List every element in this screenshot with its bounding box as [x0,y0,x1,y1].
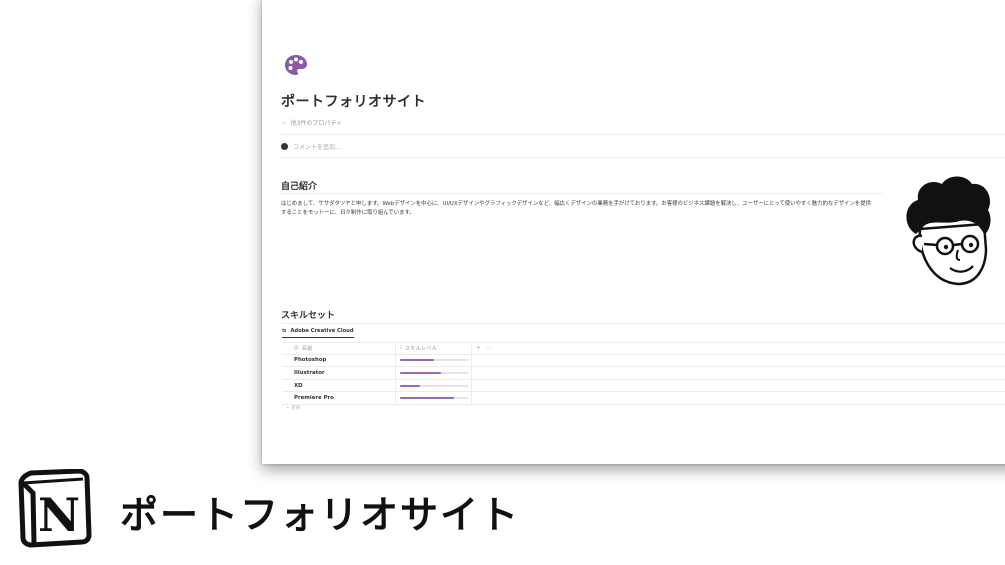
skill-level-fill [400,371,441,374]
skills-heading: スキルセット [281,311,336,321]
brand-title: ポートフォリオサイト [120,493,521,537]
tab-label: Adobe Creative Cloud [290,328,354,334]
table-row[interactable]: Illustrator [282,367,1005,380]
skill-name: XD [282,379,396,392]
skill-level-bar [400,397,468,400]
table-row[interactable]: Premiere Pro [282,392,1005,405]
skill-level-cell[interactable] [396,367,472,379]
properties-toggle[interactable]: ⌵ 他3件のプロパティ [282,118,343,128]
skill-level-fill [400,397,455,400]
column-level-label: スキルレベル [404,346,438,353]
column-name[interactable]: ◎ 名前 [282,343,396,354]
skills-table: ◎ 名前 ⁞ スキルレベル + ··· Photoshop Illustrator… [282,342,1005,413]
notion-logo-letter: N [38,488,80,542]
properties-toggle-label: 他3件のプロパティ [290,120,343,127]
intro-heading: 自己紹介 [281,182,318,192]
page-title: ポートフォリオサイト [281,94,426,110]
comment-placeholder: コメントを追加... [293,144,341,151]
table-header: ◎ 名前 ⁞ スキルレベル + ··· [282,342,1005,355]
stage: ポートフォリオサイト ⌵ 他3件のプロパティ コメントを追加... 自己紹介 は… [0,0,1005,565]
tab-adobe-creative-cloud[interactable]: ⇆ Adobe Creative Cloud [282,328,354,338]
avatar-illustration [906,176,991,286]
skill-level-bar [400,359,468,362]
skill-level-cell[interactable] [396,379,472,392]
divider [281,157,1005,158]
add-column-button[interactable]: + [476,345,481,351]
notion-logo: N [18,469,92,548]
avatar [281,143,288,150]
name-icon: ◎ [294,345,299,352]
notion-page-window: ポートフォリオサイト ⌵ 他3件のプロパティ コメントを追加... 自己紹介 は… [262,0,1005,464]
intro-text: はじめまして、ササダタツヤと申します。Webデザインを中心に、UI/UXデザイン… [281,201,872,216]
table-body: Photoshop Illustrator XD Premiere Pro [282,354,1005,405]
table-view-icon: ⇆ [282,328,287,334]
table-row[interactable]: Photoshop [282,354,1005,368]
column-level[interactable]: ⁞ スキルレベル [396,343,472,354]
skill-level-fill [400,359,434,362]
column-name-label: 名前 [301,346,313,353]
table-row[interactable]: XD [282,379,1005,393]
level-icon: ⁞ [400,345,402,352]
skill-level-fill [400,384,421,387]
skill-level-bar [400,371,468,374]
skill-level-bar [400,384,468,387]
skill-level-cell[interactable] [396,392,472,404]
skill-name: Premiere Pro [282,392,396,404]
skill-level-cell[interactable] [396,354,472,367]
comment-input[interactable]: コメントを追加... [281,142,341,151]
skill-name: Illustrator [282,367,396,379]
divider [281,134,1005,135]
skill-name: Photoshop [282,354,396,367]
divider [281,193,882,194]
divider [281,323,1005,324]
palette-icon [285,55,307,75]
chevron-down-icon: ⌵ [282,118,287,126]
new-row-button[interactable]: + 新規 [282,405,1005,413]
more-options-button[interactable]: ··· [487,345,492,351]
